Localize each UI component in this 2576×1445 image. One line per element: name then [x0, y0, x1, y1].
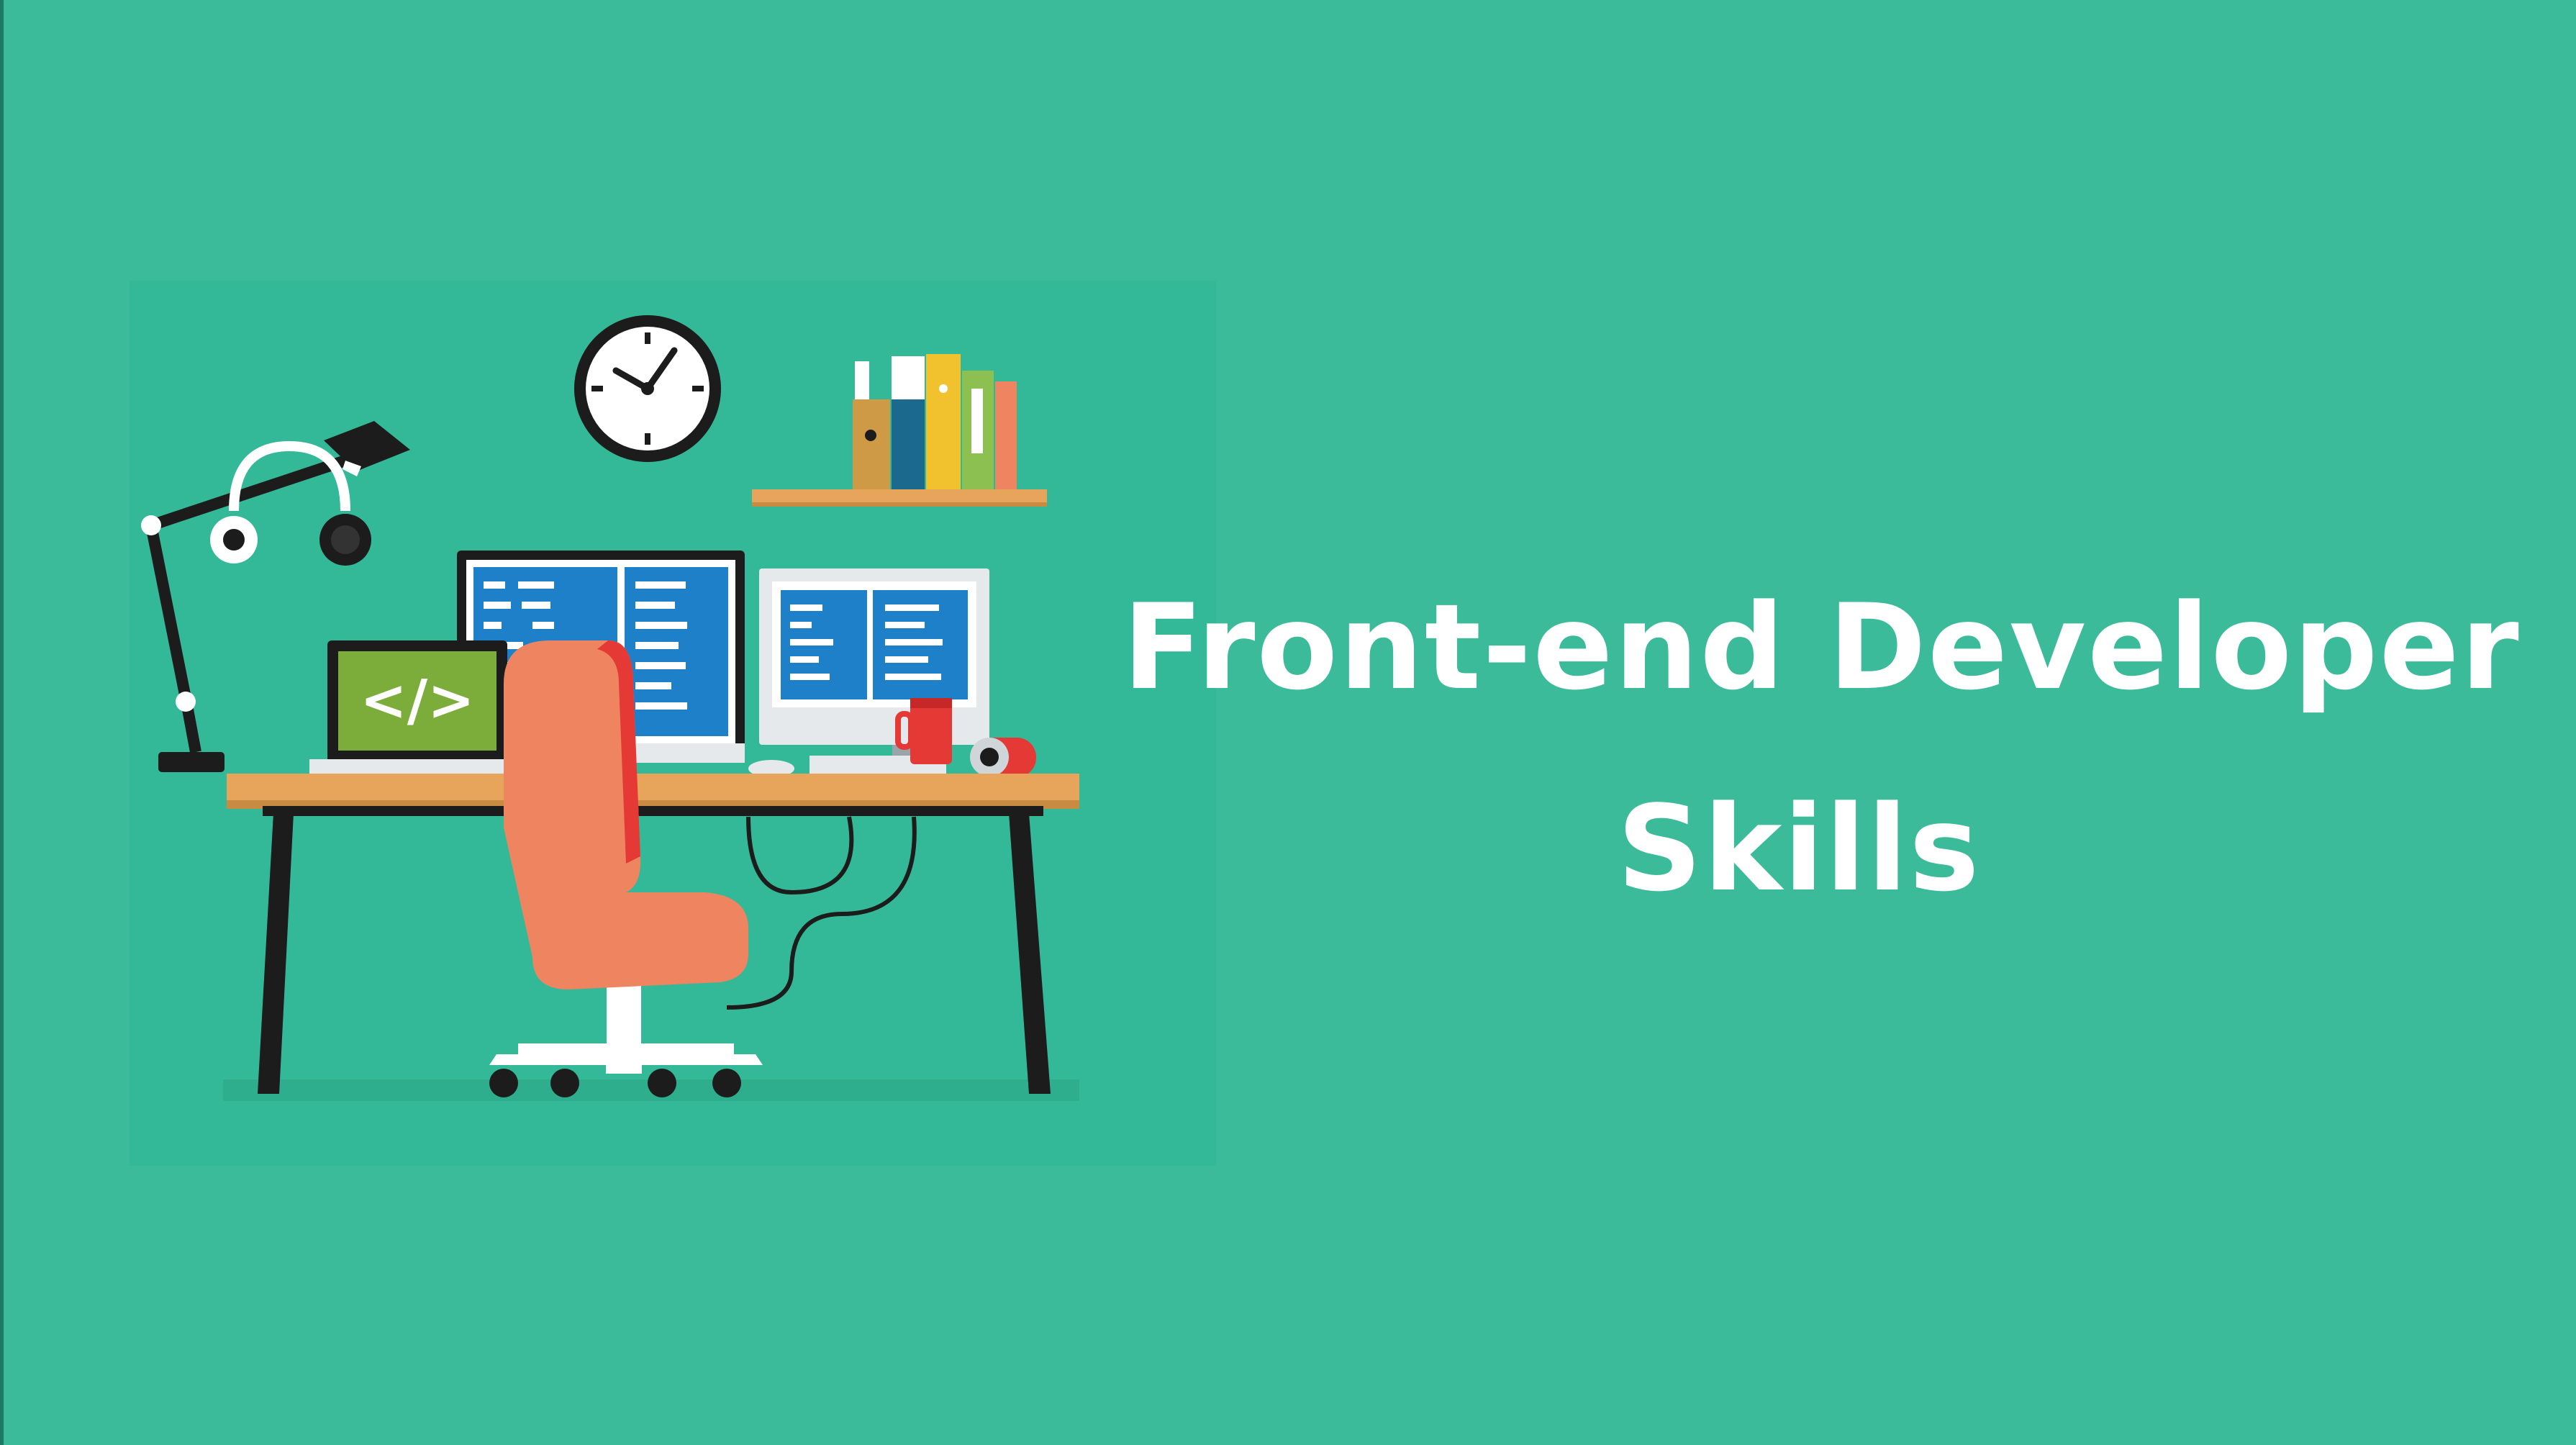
headline-line-2: Skills — [1617, 780, 1981, 918]
laptop-icon: </> — [309, 640, 525, 775]
banner: </> Front-end Developer Skills — [0, 0, 2576, 1445]
developer-desk-illustration: </> — [130, 281, 1216, 1166]
desk-scene-svg: </> — [141, 315, 1079, 1101]
left-edge-strip — [0, 0, 4, 1445]
tape-roll-icon — [970, 738, 1036, 777]
wall-clock-icon — [574, 315, 721, 462]
cables — [726, 816, 917, 1010]
books-icon — [853, 354, 1017, 489]
headline: Front-end Developer Skills — [1123, 547, 2521, 950]
laptop-code-glyph: </> — [360, 669, 474, 733]
monitor-icon — [748, 569, 989, 777]
headline-line-1: Front-end Developer — [1123, 579, 2521, 716]
bookshelf-icon — [752, 489, 1047, 507]
